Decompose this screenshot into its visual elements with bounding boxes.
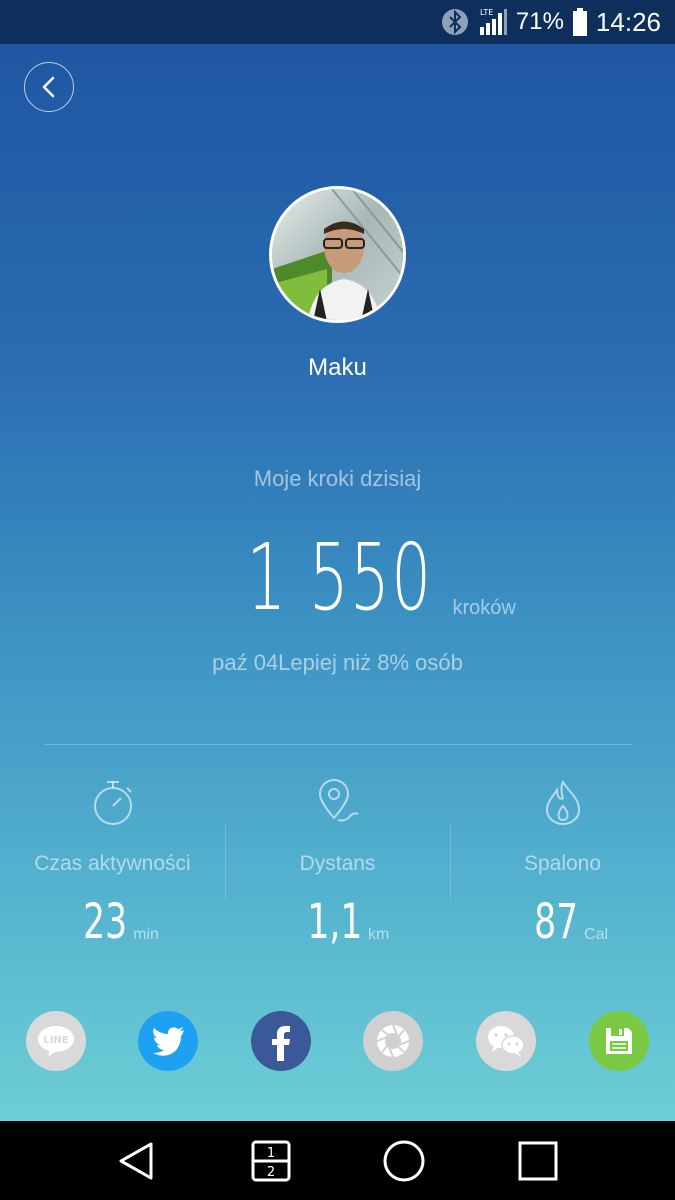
home-circle-icon bbox=[383, 1140, 425, 1181]
triangle-back-icon bbox=[119, 1142, 153, 1179]
share-facebook-button[interactable] bbox=[251, 1011, 311, 1071]
stat-unit: Cal bbox=[584, 926, 609, 943]
divider bbox=[44, 744, 632, 745]
stat-unit: km bbox=[368, 926, 390, 943]
battery-percent: 71% bbox=[515, 8, 564, 35]
battery-icon bbox=[572, 8, 588, 36]
stat-value: 23 bbox=[83, 894, 128, 950]
stat-value: 1,1 bbox=[307, 894, 362, 950]
dual-window-top-label: 1 bbox=[266, 1146, 274, 1161]
share-camera-button[interactable] bbox=[363, 1011, 423, 1071]
system-nav-bar: 1 2 bbox=[0, 1121, 675, 1200]
facebook-icon bbox=[272, 1026, 290, 1061]
dual-window-icon: 1 2 bbox=[251, 1140, 291, 1181]
nav-dual-window-button[interactable]: 1 2 bbox=[241, 1131, 301, 1191]
back-button[interactable] bbox=[24, 62, 74, 112]
user-name: Maku bbox=[308, 354, 367, 381]
bluetooth-icon bbox=[440, 7, 470, 37]
steps-comparison: paź 04Lepiej niż 8% osób bbox=[212, 650, 463, 675]
chevron-left-icon bbox=[42, 76, 55, 98]
dual-window-bottom-label: 2 bbox=[266, 1165, 274, 1180]
stat-label: Dystans bbox=[299, 852, 376, 875]
save-button[interactable] bbox=[589, 1011, 649, 1071]
clock: 14:26 bbox=[595, 6, 661, 37]
nav-recents-button[interactable] bbox=[508, 1131, 568, 1191]
stat-distance: Dystans 1,1 km bbox=[225, 764, 450, 954]
main-screen: Maku Moje kroki dzisiaj 1 550 kroków paź… bbox=[0, 44, 675, 1121]
stat-calories: Spalono 87 Cal bbox=[450, 764, 675, 954]
share-line-button[interactable]: LINE bbox=[26, 1011, 86, 1071]
steps-unit: kroków bbox=[452, 597, 516, 619]
twitter-icon bbox=[153, 1027, 184, 1056]
share-row: LINE bbox=[0, 1011, 675, 1073]
stat-active-time: Czas aktywności 23 min bbox=[0, 764, 225, 954]
line-icon: LINE bbox=[38, 1026, 74, 1057]
network-label: LTE bbox=[480, 8, 493, 17]
square-recents-icon bbox=[518, 1141, 558, 1180]
status-bar: LTE 71% 14:26 bbox=[0, 0, 675, 44]
aperture-icon bbox=[376, 1024, 410, 1058]
steps-counter: 1 550 kroków bbox=[0, 514, 675, 624]
nav-home-button[interactable] bbox=[374, 1131, 434, 1191]
signal-icon: LTE bbox=[478, 7, 508, 37]
stat-label: Spalono bbox=[523, 852, 602, 875]
stopwatch-icon bbox=[0, 776, 225, 830]
share-wechat-button[interactable] bbox=[476, 1011, 536, 1071]
wechat-icon bbox=[488, 1026, 525, 1057]
location-pin-icon bbox=[225, 776, 450, 830]
avatar bbox=[269, 186, 406, 323]
stat-label: Czas aktywności bbox=[34, 852, 191, 875]
stat-unit: min bbox=[133, 926, 159, 943]
stats-row: Czas aktywności 23 min Dystans 1,1 km Sp… bbox=[0, 764, 675, 954]
steps-caption: Moje kroki dzisiaj bbox=[253, 466, 422, 491]
flame-icon bbox=[450, 776, 675, 830]
line-label: LINE bbox=[43, 1035, 68, 1046]
stat-value: 87 bbox=[534, 894, 579, 950]
nav-back-button[interactable] bbox=[107, 1131, 167, 1191]
share-twitter-button[interactable] bbox=[138, 1011, 198, 1071]
steps-value: 1 550 bbox=[246, 524, 433, 631]
floppy-disk-icon bbox=[606, 1028, 632, 1054]
